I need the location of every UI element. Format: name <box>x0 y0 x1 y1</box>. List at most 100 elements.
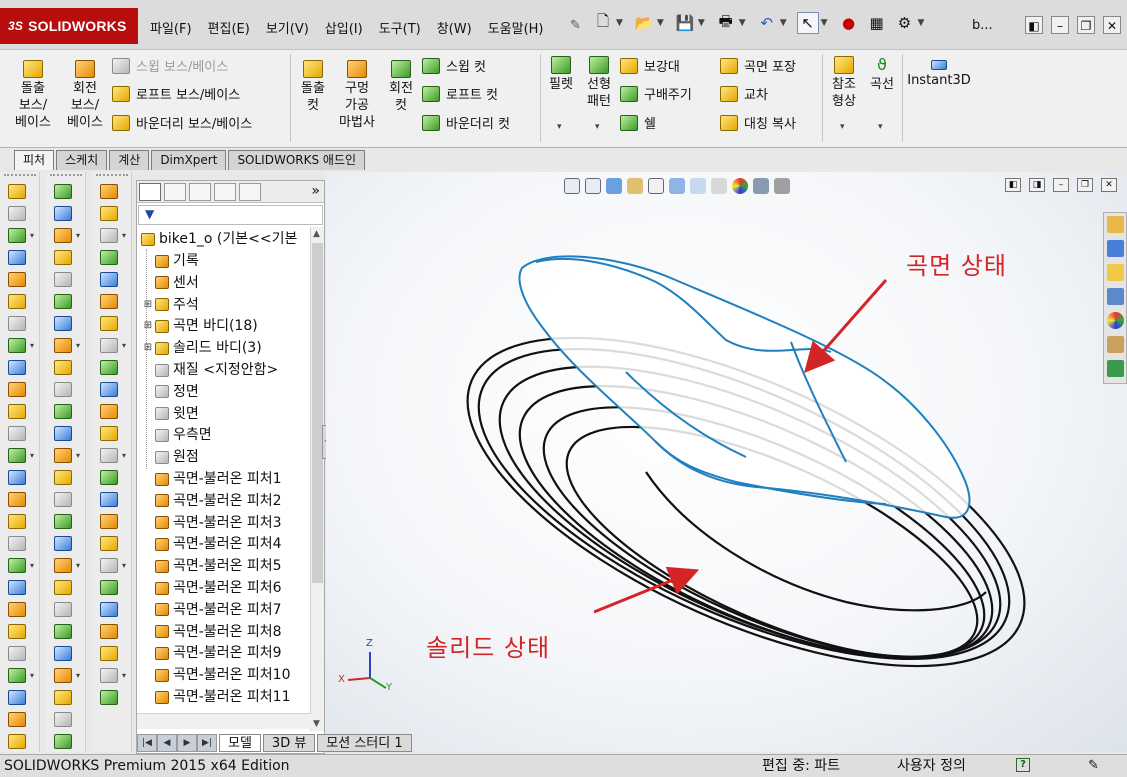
feature-tree-hscrollbar[interactable] <box>137 713 311 729</box>
loft-boss-button[interactable]: 로프트 보스/베이스 <box>112 84 240 103</box>
dynamic-annotation-icon[interactable] <box>648 178 664 194</box>
tool-icon[interactable] <box>54 184 72 199</box>
property-manager-tab[interactable] <box>164 183 186 201</box>
expand-plus-icon[interactable]: ⊞ <box>143 316 153 336</box>
viewport-close-button[interactable]: ✕ <box>1101 178 1117 192</box>
custom-properties-icon[interactable] <box>1107 336 1124 353</box>
revolve-boss-button[interactable]: 회전 보스/ 베이스 <box>60 60 110 131</box>
apply-scene-icon[interactable] <box>753 178 769 194</box>
first-tab-button[interactable]: |◀ <box>137 734 157 752</box>
tool-icon[interactable] <box>54 316 72 331</box>
tool-icon[interactable] <box>100 602 118 617</box>
tool-icon[interactable] <box>100 206 118 221</box>
rebuild-traffic-light-icon[interactable]: ● <box>838 12 860 34</box>
tree-item[interactable]: ⊞ 솔리드 바디(3) <box>143 338 262 358</box>
tool-icon[interactable] <box>8 514 26 529</box>
tool-icon[interactable] <box>100 228 118 243</box>
options-gear-icon[interactable]: ⚙ <box>894 12 916 34</box>
tool-icon[interactable] <box>100 668 118 683</box>
undo-dropdown-icon[interactable]: ▼ <box>780 18 787 28</box>
tool-icon[interactable] <box>8 382 26 397</box>
hide-show-items-icon[interactable] <box>711 178 727 194</box>
tool-dropdown-icon[interactable]: ▾ <box>122 231 126 240</box>
tool-icon[interactable] <box>8 426 26 441</box>
scroll-down-icon[interactable]: ▼ <box>313 719 320 729</box>
tool-dropdown-icon[interactable]: ▾ <box>122 671 126 680</box>
feature-filter-input[interactable]: ▼ <box>138 205 323 225</box>
menu-window[interactable]: 창(W) <box>429 16 480 39</box>
tab-addins[interactable]: SOLIDWORKS 애드인 <box>228 150 366 170</box>
tool-icon[interactable] <box>100 690 118 705</box>
tool-icon[interactable] <box>100 448 118 463</box>
tool-icon[interactable] <box>8 272 26 287</box>
tool-dropdown-icon[interactable]: ▾ <box>76 231 80 240</box>
tool-icon[interactable] <box>8 448 26 463</box>
menu-view[interactable]: 보기(V) <box>258 16 317 39</box>
revolve-cut-button[interactable]: 회전 컷 <box>382 60 420 114</box>
scroll-up-icon[interactable]: ▲ <box>313 229 320 239</box>
tool-icon[interactable] <box>54 734 72 749</box>
print-dropdown-icon[interactable]: ▼ <box>739 18 746 28</box>
minimize-button[interactable]: – <box>1051 16 1069 34</box>
tool-icon[interactable] <box>8 360 26 375</box>
tool-icon[interactable] <box>100 426 118 441</box>
tree-item[interactable]: 곡면-불러온 피처1 <box>143 469 282 489</box>
intersect-button[interactable]: 교차 <box>720 84 768 103</box>
new-document-icon[interactable]: 🗋 <box>592 12 614 34</box>
tool-icon[interactable] <box>54 646 72 661</box>
tool-icon[interactable] <box>54 580 72 595</box>
view-orientation-icon[interactable] <box>669 178 685 194</box>
tool-icon[interactable] <box>8 404 26 419</box>
last-tab-button[interactable]: ▶| <box>197 734 217 752</box>
wrap-button[interactable]: 곡면 포장 <box>720 56 796 75</box>
zoom-to-fit-icon[interactable] <box>564 178 580 194</box>
tool-icon[interactable] <box>8 294 26 309</box>
tool-icon[interactable] <box>8 228 26 243</box>
tool-icon[interactable] <box>54 382 72 397</box>
tab-model[interactable]: 모델 <box>219 734 261 752</box>
toolbar-grip[interactable] <box>4 174 36 178</box>
tree-item[interactable]: 곡면-불러온 피처6 <box>143 578 282 598</box>
file-properties-icon[interactable]: ▦ <box>866 12 888 34</box>
tool-icon[interactable] <box>8 668 26 683</box>
configuration-manager-tab[interactable] <box>189 183 211 201</box>
extrude-cut-button[interactable]: 돌출 컷 <box>294 60 332 114</box>
tool-icon[interactable] <box>8 492 26 507</box>
tab-motion-study[interactable]: 모션 스터디 1 <box>317 734 412 752</box>
tree-item[interactable]: ⊞ 곡면 바디(18) <box>143 316 258 336</box>
new-dropdown-icon[interactable]: ▼ <box>616 18 623 28</box>
linear-pattern-button[interactable]: 선형 패턴 <box>580 56 618 110</box>
options-dropdown-icon[interactable]: ▼ <box>918 18 925 28</box>
tool-dropdown-icon[interactable]: ▾ <box>122 561 126 570</box>
tool-icon[interactable] <box>8 316 26 331</box>
menu-pin-icon[interactable]: ✎ <box>570 18 581 33</box>
tool-icon[interactable] <box>100 514 118 529</box>
tool-icon[interactable] <box>100 470 118 485</box>
tool-icon[interactable] <box>100 646 118 661</box>
tool-icon[interactable] <box>8 690 26 705</box>
menu-help[interactable]: 도움말(H) <box>480 16 552 39</box>
curves-dropdown-icon[interactable]: ▾ <box>878 122 883 132</box>
tab-sketch[interactable]: 스케치 <box>56 150 108 170</box>
tool-icon[interactable] <box>54 360 72 375</box>
tool-icon[interactable] <box>100 250 118 265</box>
tool-icon[interactable] <box>8 646 26 661</box>
solidworks-forum-icon[interactable] <box>1107 360 1124 377</box>
fillet-dropdown-icon[interactable]: ▾ <box>557 122 562 132</box>
tree-item[interactable]: 센서 <box>143 273 199 293</box>
print-icon[interactable]: 🖶 <box>715 12 737 34</box>
pattern-dropdown-icon[interactable]: ▾ <box>595 122 600 132</box>
boundary-cut-button[interactable]: 바운더리 컷 <box>422 113 510 132</box>
save-icon[interactable]: 💾 <box>674 12 696 34</box>
tree-item[interactable]: 윗면 <box>143 404 199 424</box>
view-settings-icon[interactable] <box>774 178 790 194</box>
design-library-icon[interactable] <box>1107 240 1124 257</box>
tool-icon[interactable] <box>100 338 118 353</box>
tree-item[interactable]: 기록 <box>143 251 199 271</box>
tool-icon[interactable] <box>54 514 72 529</box>
mirror-button[interactable]: 대칭 복사 <box>720 113 796 132</box>
tool-icon[interactable] <box>100 184 118 199</box>
tool-icon[interactable] <box>8 470 26 485</box>
appearances-icon[interactable] <box>1107 312 1124 329</box>
menu-file[interactable]: 파일(F) <box>142 16 200 39</box>
